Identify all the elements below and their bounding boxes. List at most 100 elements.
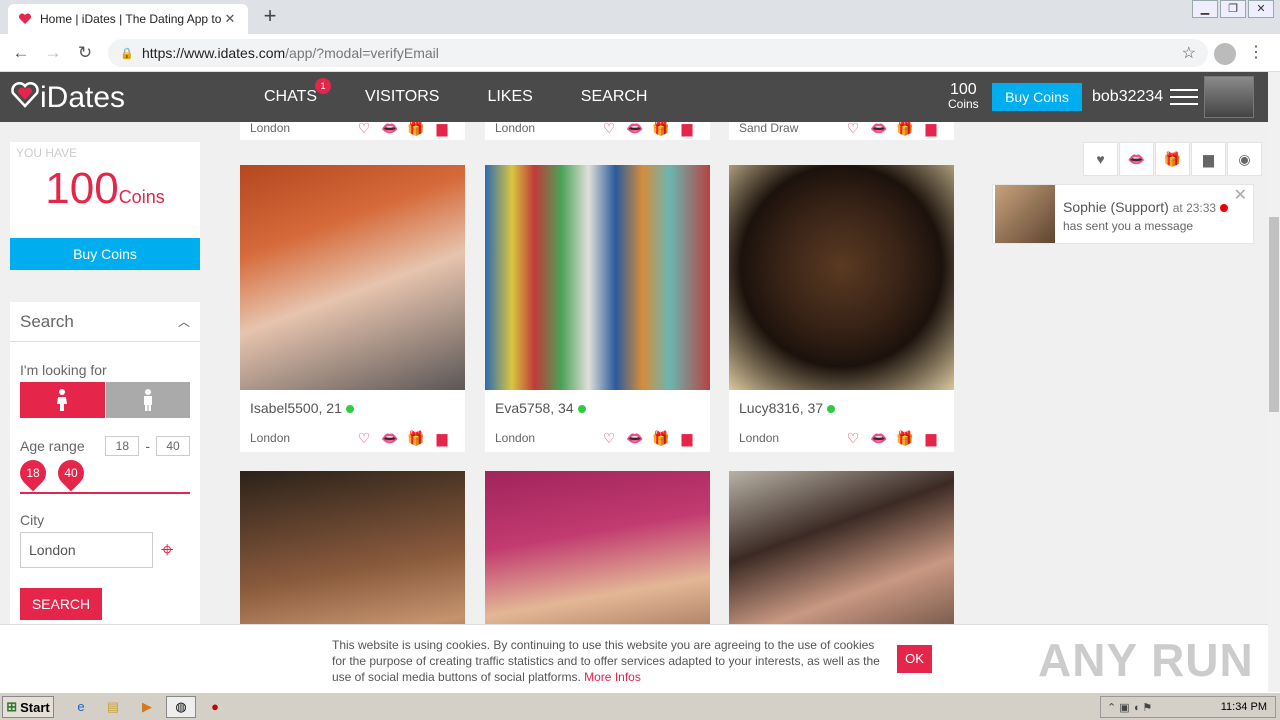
gift-icon[interactable]: 🎁 [648, 430, 674, 447]
gift-icon[interactable]: 🎁 [403, 430, 429, 447]
heart-icon[interactable]: ♥ [1083, 142, 1118, 176]
age-min-input[interactable]: 18 [105, 436, 140, 456]
browser-profile-icon[interactable] [1214, 43, 1236, 65]
message-icon[interactable]: ▆ [429, 430, 455, 447]
scrollbar-thumb[interactable] [1269, 217, 1279, 412]
like-icon[interactable]: ♡ [840, 430, 866, 447]
nav-chats-label: CHATS [264, 88, 318, 105]
buy-coins-header-button[interactable]: Buy Coins [992, 83, 1082, 111]
restore-icon[interactable]: ❐ [1220, 0, 1246, 18]
profile-photo[interactable] [485, 165, 710, 390]
more-infos-link[interactable]: More Infos [584, 670, 641, 684]
kiss-icon[interactable]: 👄 [377, 122, 403, 137]
address-bar[interactable]: 🔒 https://www.idates.com/app/?modal=veri… [108, 39, 1208, 67]
browser-tabbar: Home | iDates | The Dating App to fl ✕ +… [0, 0, 1280, 34]
site-logo[interactable]: iDates [10, 80, 125, 116]
reload-icon[interactable]: ↻ [74, 42, 96, 64]
gift-icon[interactable]: 🎁 [403, 122, 429, 137]
cookie-ok-button[interactable]: OK [897, 645, 932, 673]
kiss-icon[interactable]: 👄 [622, 430, 648, 447]
like-icon[interactable]: ♡ [351, 122, 377, 137]
nav-visitors[interactable]: VISITORS [365, 88, 439, 106]
gift-icon[interactable]: 🎁 [892, 122, 918, 137]
kiss-icon[interactable]: 👄 [866, 430, 892, 447]
browser-menu-icon[interactable]: ⋮ [1248, 42, 1264, 62]
ie-icon[interactable]: e [72, 698, 90, 716]
message-icon[interactable]: ▆ [429, 122, 455, 137]
search-panel-header[interactable]: Search ︿ [10, 302, 200, 342]
map-pin-icon[interactable]: ⌖ [161, 537, 173, 563]
like-icon[interactable]: ♡ [596, 122, 622, 137]
nav-chats[interactable]: CHATS 1 [264, 78, 332, 106]
like-icon[interactable]: ♡ [840, 122, 866, 137]
buy-coins-button[interactable]: Buy Coins [10, 238, 200, 270]
system-tray: ⌃ ▣ ◖ ⚑ 11:34 PM [1100, 696, 1276, 718]
close-icon[interactable]: ✕ [1234, 185, 1247, 205]
profile-name[interactable]: Lucy8316, 37 [729, 390, 954, 424]
folder-icon[interactable]: ▤ [104, 698, 122, 716]
bookmark-star-icon[interactable]: ☆ [1182, 43, 1196, 63]
kiss-icon[interactable]: 👄 [1119, 142, 1154, 176]
user-avatar[interactable] [1204, 76, 1254, 118]
sender-avatar [995, 185, 1055, 243]
forward-arrow-icon[interactable]: → [42, 42, 64, 64]
message-icon[interactable]: ▆ [918, 122, 944, 137]
age-slider[interactable]: 18 40 [14, 454, 190, 494]
tab-close-icon[interactable]: ✕ [222, 11, 238, 27]
windows-logo-icon: ⊞ [6, 699, 18, 714]
like-icon[interactable]: ♡ [351, 430, 377, 447]
eye-icon[interactable]: ◉ [1227, 142, 1262, 176]
browser-tab[interactable]: Home | iDates | The Dating App to fl ✕ [8, 4, 248, 34]
close-window-icon[interactable]: ✕ [1248, 0, 1274, 18]
page-scrollbar[interactable] [1268, 72, 1280, 692]
message-icon[interactable]: ▆ [674, 122, 700, 137]
female-option[interactable] [20, 382, 105, 418]
profile-photo[interactable] [729, 165, 954, 390]
hamburger-menu-icon[interactable] [1170, 89, 1198, 110]
like-icon[interactable]: ♡ [596, 430, 622, 447]
profile-card-strip[interactable]: London ♡ 👄 🎁 ▆ [485, 122, 710, 140]
cookie-text: This website is using cookies. By contin… [332, 637, 882, 685]
search-button[interactable]: SEARCH [20, 588, 102, 620]
age-max-handle[interactable]: 40 [52, 454, 90, 492]
profile-card-strip[interactable]: Sand Draw ♡ 👄 🎁 ▆ [729, 122, 954, 140]
gift-icon[interactable]: 🎁 [892, 430, 918, 447]
start-button[interactable]: ⊞ Start [2, 696, 54, 718]
back-arrow-icon[interactable]: ← [10, 42, 32, 64]
profile-footer: London ♡ 👄 🎁 ▆ [485, 424, 710, 452]
gift-icon[interactable]: 🎁 [1155, 142, 1190, 176]
age-min-handle[interactable]: 18 [14, 454, 52, 492]
online-indicator [577, 405, 586, 413]
message-icon[interactable]: ▆ [918, 430, 944, 447]
male-option[interactable] [105, 382, 190, 418]
nav-likes[interactable]: LIKES [487, 88, 532, 106]
chevron-up-icon[interactable]: ︿ [178, 313, 190, 330]
age-max-input[interactable]: 40 [156, 436, 190, 456]
username[interactable]: bob32234 [1092, 88, 1163, 106]
chrome-icon[interactable]: ◍ [166, 696, 196, 718]
profile-card[interactable]: Eva5758, 34 London ♡ 👄 🎁 ▆ [485, 165, 710, 452]
profile-city: Sand Draw [739, 122, 799, 135]
looking-for-label: I'm looking for [20, 362, 107, 378]
profile-city: London [739, 431, 780, 445]
profile-card[interactable]: Lucy8316, 37 London ♡ 👄 🎁 ▆ [729, 165, 954, 452]
profile-card[interactable]: Isabel5500, 21 London ♡ 👄 🎁 ▆ [240, 165, 465, 452]
media-player-icon[interactable]: ▶ [138, 698, 156, 716]
profile-name[interactable]: Eva5758, 34 [485, 390, 710, 424]
profile-card-strip[interactable]: London ♡ 👄 🎁 ▆ [240, 122, 465, 140]
message-notification[interactable]: Sophie (Support) at 23:33 has sent you a… [992, 184, 1254, 244]
minimize-icon[interactable]: ▁ [1192, 0, 1218, 18]
profile-name[interactable]: Isabel5500, 21 [240, 390, 465, 424]
city-input[interactable]: London [20, 532, 153, 568]
kiss-icon[interactable]: 👄 [866, 122, 892, 137]
kiss-icon[interactable]: 👄 [622, 122, 648, 137]
opera-icon[interactable]: ● [206, 698, 224, 716]
profile-photo[interactable] [240, 165, 465, 390]
kiss-icon[interactable]: 👄 [377, 430, 403, 447]
message-icon[interactable]: ▆ [674, 430, 700, 447]
gift-icon[interactable]: 🎁 [648, 122, 674, 137]
nav-search[interactable]: SEARCH [581, 88, 648, 106]
online-indicator [345, 405, 354, 413]
chat-icon[interactable]: ▆ [1191, 142, 1226, 176]
new-tab-button[interactable]: + [258, 5, 282, 29]
